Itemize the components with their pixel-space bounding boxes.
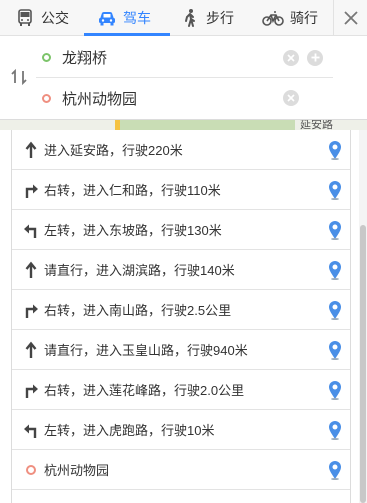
- route-step[interactable]: 左转，进入东坡路，行驶130米: [12, 210, 350, 250]
- end-field: [36, 78, 333, 118]
- route-step-text: 右转，进入莲花峰路，行驶2.0公里: [44, 383, 245, 398]
- bus-icon: [15, 8, 35, 28]
- route-step-text: 请直行，进入湖滨路，行驶140米: [44, 263, 235, 278]
- turn-left-icon: [21, 220, 41, 240]
- swap-route-button[interactable]: [8, 66, 30, 88]
- locate-pin-icon[interactable]: [328, 300, 342, 320]
- route-step[interactable]: 进入延安路，行驶220米: [12, 130, 350, 170]
- route-step-text: 左转，进入东坡路，行驶130米: [44, 223, 222, 238]
- route-step-text: 杭州动物园: [44, 463, 110, 478]
- bike-icon: [262, 8, 284, 28]
- tab-bike[interactable]: 骑行: [262, 0, 318, 36]
- route-step[interactable]: 请直行，进入湖滨路，行驶140米: [12, 250, 350, 290]
- scroll-thumb[interactable]: [360, 225, 366, 503]
- plus-icon: [311, 53, 319, 62]
- close-button[interactable]: [333, 0, 367, 36]
- tab-bike-label: 骑行: [290, 10, 318, 26]
- add-waypoint-button[interactable]: [307, 49, 323, 66]
- route-step[interactable]: 右转，进入南山路，行驶2.5公里: [12, 290, 350, 330]
- start-field: [36, 38, 333, 78]
- straight-arrow-icon: [21, 260, 41, 280]
- route-step-text: 进入延安路，行驶220米: [44, 143, 183, 158]
- clear-start-button[interactable]: [283, 49, 299, 66]
- tab-bus[interactable]: 公交: [15, 0, 69, 36]
- straight-arrow-icon: [21, 340, 41, 360]
- locate-pin-icon[interactable]: [328, 460, 342, 480]
- locate-pin-icon[interactable]: [328, 140, 342, 160]
- walk-icon: [180, 8, 200, 28]
- turn-right-icon: [21, 180, 41, 200]
- locate-pin-icon[interactable]: [328, 340, 342, 360]
- locate-pin-icon[interactable]: [328, 380, 342, 400]
- tab-drive[interactable]: 驾车: [97, 0, 151, 36]
- straight-arrow-icon: [21, 140, 41, 160]
- locate-pin-icon[interactable]: [328, 260, 342, 280]
- route-step[interactable]: 左转，进入虎跑路，行驶10米: [12, 410, 350, 450]
- turn-left-icon: [21, 420, 41, 440]
- car-icon: [97, 8, 117, 28]
- locate-pin-icon[interactable]: [328, 220, 342, 240]
- close-icon: [343, 11, 358, 25]
- destination-dot-icon: [21, 460, 41, 480]
- clear-end-button[interactable]: [283, 90, 299, 106]
- locate-pin-icon[interactable]: [328, 180, 342, 200]
- map-road-label: 延安路: [300, 120, 333, 130]
- end-dot-icon: [42, 93, 51, 103]
- map-park-area: [120, 120, 295, 130]
- end-input[interactable]: [62, 89, 282, 107]
- route-step-text: 右转，进入仁和路，行驶110米: [44, 183, 221, 198]
- map-preview-strip[interactable]: 延安路: [0, 120, 367, 130]
- start-dot-icon: [42, 53, 51, 62]
- route-step-text: 左转，进入虎跑路，行驶10米: [44, 423, 215, 438]
- tab-bus-label: 公交: [41, 10, 69, 26]
- locate-pin-icon[interactable]: [328, 420, 342, 440]
- start-input[interactable]: [62, 49, 282, 66]
- route-input-panel: [0, 36, 367, 120]
- route-step[interactable]: 杭州动物园: [12, 450, 350, 490]
- tab-drive-label: 驾车: [123, 10, 151, 26]
- route-step[interactable]: 右转，进入仁和路，行驶110米: [12, 170, 350, 210]
- clear-icon: [287, 53, 295, 62]
- tab-walk-label: 步行: [206, 10, 234, 26]
- route-step-text: 右转，进入南山路，行驶2.5公里: [44, 303, 232, 318]
- turn-right-icon: [21, 300, 41, 320]
- swap-icon: [11, 68, 27, 86]
- route-step[interactable]: 右转，进入莲花峰路，行驶2.0公里: [12, 370, 350, 410]
- tab-walk[interactable]: 步行: [180, 0, 234, 36]
- route-step[interactable]: 请直行，进入玉皇山路，行驶940米: [12, 330, 350, 370]
- transport-mode-tabs: 公交 驾车 步行 骑行: [0, 0, 367, 36]
- turn-right-icon: [21, 380, 41, 400]
- route-steps-list: 进入延安路，行驶220米右转，进入仁和路，行驶110米 左转，进入东坡路，行驶13…: [11, 130, 351, 503]
- clear-icon: [287, 94, 295, 102]
- scrollbar[interactable]: [359, 130, 367, 503]
- map-road: [115, 120, 120, 130]
- route-step-text: 请直行，进入玉皇山路，行驶940米: [44, 343, 248, 358]
